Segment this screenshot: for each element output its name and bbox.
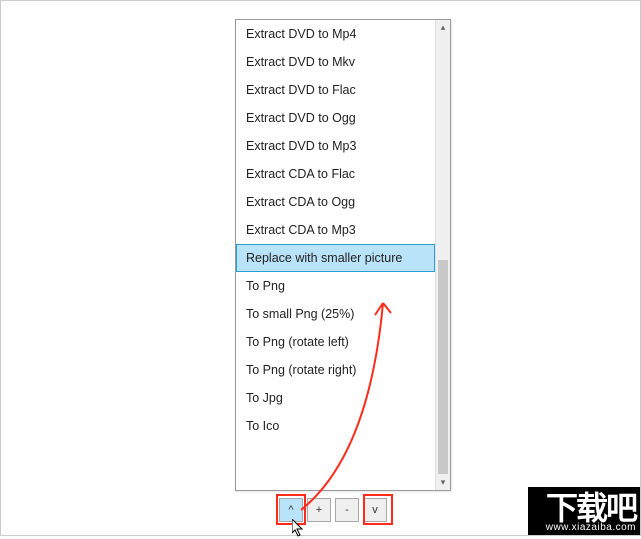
list-item-label: To small Png (25%) bbox=[246, 307, 354, 321]
list-item-label: Extract DVD to Mp4 bbox=[246, 27, 356, 41]
list-item-selected[interactable]: Replace with smaller picture bbox=[236, 244, 435, 272]
list-item-label: Extract CDA to Mp3 bbox=[246, 223, 356, 237]
list-item[interactable]: To Ico bbox=[236, 412, 435, 440]
list-item-label: Extract CDA to Flac bbox=[246, 167, 355, 181]
list-item-label: To Jpg bbox=[246, 391, 283, 405]
remove-button[interactable]: - bbox=[335, 498, 359, 522]
list-item[interactable]: To Png (rotate right) bbox=[236, 356, 435, 384]
list-item-label: To Ico bbox=[246, 419, 279, 433]
list-item[interactable]: Extract CDA to Ogg bbox=[236, 188, 435, 216]
list-item-label: Extract DVD to Ogg bbox=[246, 111, 356, 125]
list-item[interactable]: Extract DVD to Ogg bbox=[236, 104, 435, 132]
scroll-up-icon[interactable]: ▴ bbox=[436, 20, 450, 35]
list-item[interactable]: To Png (rotate left) bbox=[236, 328, 435, 356]
list-item[interactable]: Extract CDA to Flac bbox=[236, 160, 435, 188]
watermark-url: www.xiazaiba.com bbox=[546, 522, 636, 533]
list-item-label: Extract DVD to Mp3 bbox=[246, 139, 356, 153]
list-item-label: To Png bbox=[246, 279, 285, 293]
list-item[interactable]: Extract DVD to Mp4 bbox=[236, 20, 435, 48]
caret-up-icon: ^ bbox=[288, 504, 293, 516]
scroll-down-icon[interactable]: ▾ bbox=[436, 475, 450, 490]
list-item[interactable]: To Png bbox=[236, 272, 435, 300]
minus-icon: - bbox=[345, 504, 349, 516]
reorder-toolbar: ^ + - v bbox=[279, 498, 387, 522]
list-item[interactable]: To Jpg bbox=[236, 384, 435, 412]
list-item-label: To Png (rotate right) bbox=[246, 363, 356, 377]
add-button[interactable]: + bbox=[307, 498, 331, 522]
list-item-label: To Png (rotate left) bbox=[246, 335, 349, 349]
scrollbar[interactable]: ▴ ▾ bbox=[435, 20, 450, 490]
list-item-label: Extract DVD to Flac bbox=[246, 83, 356, 97]
list-item[interactable]: Extract DVD to Mp3 bbox=[236, 132, 435, 160]
watermark: 下载吧 www.xiazaiba.com bbox=[528, 487, 640, 535]
move-down-button[interactable]: v bbox=[363, 498, 387, 522]
cursor-icon bbox=[292, 519, 306, 539]
preset-dropdown: Extract DVD to Mp4 Extract DVD to Mkv Ex… bbox=[235, 19, 451, 491]
list-item[interactable]: Extract DVD to Flac bbox=[236, 76, 435, 104]
preset-list[interactable]: Extract DVD to Mp4 Extract DVD to Mkv Ex… bbox=[236, 20, 435, 490]
list-item-label: Extract DVD to Mkv bbox=[246, 55, 355, 69]
list-item[interactable]: Extract DVD to Mkv bbox=[236, 48, 435, 76]
plus-icon: + bbox=[316, 504, 322, 516]
caret-down-icon: v bbox=[372, 504, 378, 516]
list-item[interactable]: Extract CDA to Mp3 bbox=[236, 216, 435, 244]
list-item-label: Extract CDA to Ogg bbox=[246, 195, 355, 209]
move-up-button[interactable]: ^ bbox=[279, 498, 303, 522]
scroll-thumb[interactable] bbox=[438, 260, 448, 474]
list-item-label: Replace with smaller picture bbox=[246, 251, 402, 265]
list-item[interactable]: To small Png (25%) bbox=[236, 300, 435, 328]
